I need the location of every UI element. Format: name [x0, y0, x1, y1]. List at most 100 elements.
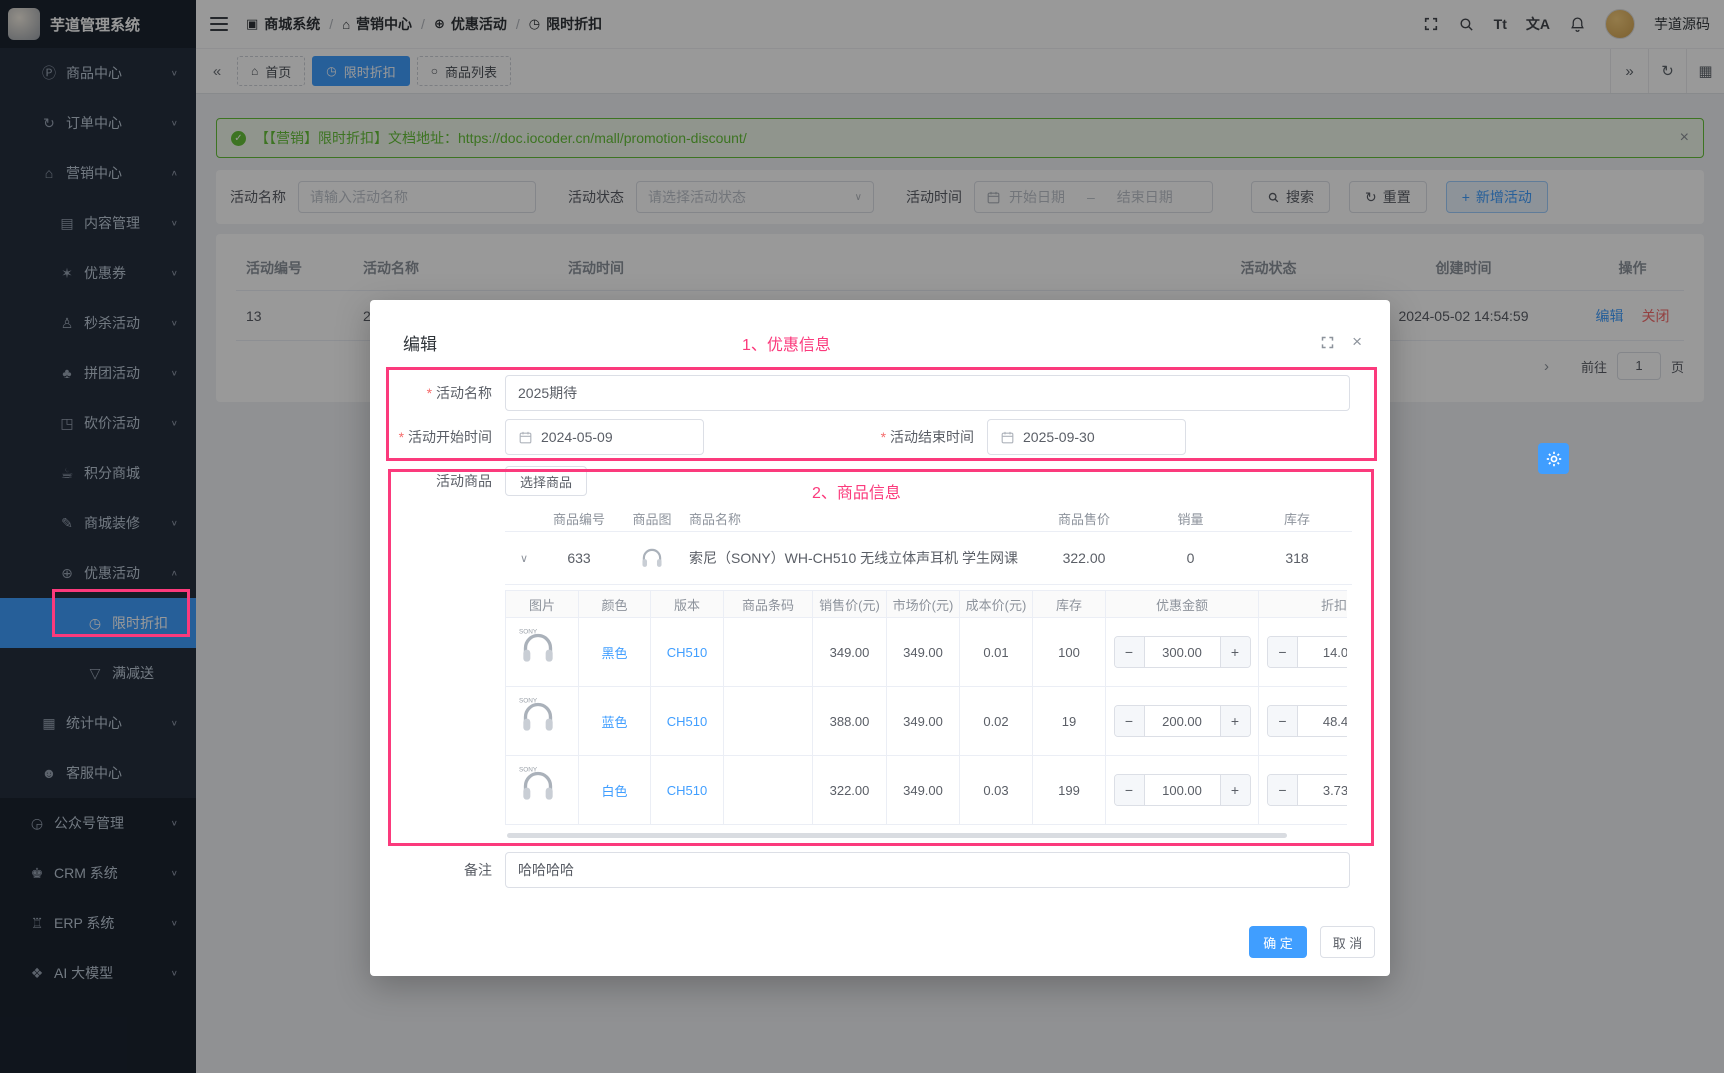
product-table: 商品编号商品图商品名称商品售价销量库存 ∨ 633 索尼（SONY）WH-CH5… [505, 505, 1352, 585]
end-time-field[interactable]: 2025-09-30 [987, 419, 1186, 455]
cell-sku-barcode [724, 687, 813, 755]
end-time-field-label: 活动结束时间 [852, 419, 974, 455]
product-table-header: 商品编号商品图商品名称商品售价销量库存 [505, 505, 1352, 531]
cell-sku-version: CH510 [651, 756, 724, 824]
sku-color-link[interactable]: 黑色 [601, 643, 627, 662]
cell-sku-market-price: 349.00 [887, 687, 960, 755]
column-header: 销量 [1139, 509, 1242, 528]
cell-discount-amount: − 100.00 + [1106, 756, 1259, 824]
horizontal-scrollbar-thumb[interactable] [507, 833, 1287, 838]
start-time-field[interactable]: 2024-05-09 [505, 419, 704, 455]
sku-version-link[interactable]: CH510 [667, 645, 707, 660]
cancel-button[interactable]: 取 消 [1320, 926, 1375, 958]
decrease-button[interactable]: − [1115, 637, 1145, 667]
remark-field-label: 备注 [390, 852, 492, 888]
brand-label: SONY [519, 766, 537, 773]
discount-amount-value[interactable]: 100.00 [1145, 775, 1220, 805]
cell-product-id: 633 [543, 550, 615, 566]
brand-label: SONY [519, 697, 537, 704]
decrease-button[interactable]: − [1115, 775, 1145, 805]
column-header: 库存 [1242, 509, 1352, 528]
column-header: 折扣百分比 [1259, 591, 1347, 617]
dialog-fullscreen-icon[interactable] [1320, 335, 1335, 350]
cell-sku-price: 388.00 [813, 687, 887, 755]
cell-sku-price: 349.00 [813, 618, 887, 686]
sku-color-link[interactable]: 蓝色 [601, 712, 627, 731]
cell-sku-cost-price: 0.02 [960, 687, 1033, 755]
column-header: 销售价(元) [813, 591, 887, 617]
sku-table: 图片颜色版本商品条码销售价(元)市场价(元)成本价(元)库存优惠金额折扣百分比 … [505, 590, 1347, 825]
cell-sku-stock: 199 [1033, 756, 1106, 824]
calendar-icon [518, 430, 533, 445]
cell-sku-stock: 100 [1033, 618, 1106, 686]
decrease-button[interactable]: − [1268, 775, 1298, 805]
cell-discount-percent: − 3.73 + [1259, 756, 1347, 824]
cell-discount-percent: − 14.0 + [1259, 618, 1347, 686]
decrease-button[interactable]: − [1268, 706, 1298, 736]
dialog-title: 编辑 [403, 330, 437, 355]
column-header: 库存 [1033, 591, 1106, 617]
column-header: 颜色 [579, 591, 651, 617]
sku-version-link[interactable]: CH510 [667, 783, 707, 798]
cell-sku-price: 322.00 [813, 756, 887, 824]
discount-percent-stepper: − 3.73 + [1267, 774, 1347, 806]
column-header: 版本 [651, 591, 724, 617]
gear-icon [1545, 450, 1563, 468]
activity-name-field[interactable]: 2025期待 [505, 375, 1350, 411]
sku-row: SONY 黑色 CH510 349.00 349.00 0.01 100 − 3… [506, 618, 1347, 687]
cell-sku-barcode [724, 618, 813, 686]
cell-sku-cost-price: 0.03 [960, 756, 1033, 824]
decrease-button[interactable]: − [1115, 706, 1145, 736]
discount-percent-value[interactable]: 48.4 [1298, 706, 1347, 736]
sku-row: SONY 白色 CH510 322.00 349.00 0.03 199 − 1… [506, 756, 1347, 825]
cell-sku-image: SONY [506, 687, 579, 755]
annotation-label-discount-info: 1、优惠信息 [742, 331, 831, 355]
cell-product-sales: 0 [1139, 550, 1242, 566]
dialog-close-icon[interactable]: × [1352, 332, 1362, 352]
product-table-row: ∨ 633 索尼（SONY）WH-CH510 无线立体声耳机 学生网课 322.… [505, 531, 1352, 585]
cell-sku-color: 白色 [579, 756, 651, 824]
discount-percent-value[interactable]: 14.0 [1298, 637, 1347, 667]
cell-sku-barcode [724, 756, 813, 824]
increase-button[interactable]: + [1220, 706, 1250, 736]
select-product-button[interactable]: 选择商品 [505, 466, 587, 496]
cell-product-name: 索尼（SONY）WH-CH510 无线立体声耳机 学生网课 [689, 548, 1029, 568]
column-header: 优惠金额 [1106, 591, 1259, 617]
sku-row: SONY 蓝色 CH510 388.00 349.00 0.02 19 − 20… [506, 687, 1347, 756]
edit-dialog: 编辑 × 活动名称 2025期待 活动开始时间 2024-05-09 活动结束时… [370, 300, 1390, 976]
discount-amount-value[interactable]: 200.00 [1145, 706, 1220, 736]
cell-discount-percent: − 48.4 + [1259, 687, 1347, 755]
expand-row-icon[interactable]: ∨ [505, 552, 543, 565]
discount-percent-value[interactable]: 3.73 [1298, 775, 1347, 805]
activity-name-field-label: 活动名称 [390, 375, 492, 411]
decrease-button[interactable]: − [1268, 637, 1298, 667]
sku-version-link[interactable]: CH510 [667, 714, 707, 729]
sku-color-link[interactable]: 白色 [601, 781, 627, 800]
confirm-button[interactable]: 确 定 [1249, 926, 1307, 958]
sku-table-scroll-area: 图片颜色版本商品条码销售价(元)市场价(元)成本价(元)库存优惠金额折扣百分比 … [505, 590, 1347, 830]
sku-table-body: SONY 黑色 CH510 349.00 349.00 0.01 100 − 3… [506, 618, 1347, 825]
discount-amount-stepper: − 300.00 + [1114, 636, 1251, 668]
cell-sku-cost-price: 0.01 [960, 618, 1033, 686]
settings-gear-button[interactable] [1538, 443, 1569, 474]
cell-discount-amount: − 200.00 + [1106, 687, 1259, 755]
column-header: 成本价(元) [960, 591, 1033, 617]
cell-sku-market-price: 349.00 [887, 618, 960, 686]
discount-percent-stepper: − 14.0 + [1267, 636, 1347, 668]
discount-amount-value[interactable]: 300.00 [1145, 637, 1220, 667]
brand-label: SONY [519, 628, 537, 635]
annotation-label-product-info: 2、商品信息 [812, 479, 901, 503]
cell-sku-market-price: 349.00 [887, 756, 960, 824]
discount-amount-stepper: − 200.00 + [1114, 705, 1251, 737]
column-header: 商品图 [615, 509, 689, 528]
activity-product-label: 活动商品 [390, 466, 492, 496]
headphones-image [639, 545, 665, 571]
remark-field[interactable]: 哈哈哈哈 [505, 852, 1350, 888]
cell-discount-amount: − 300.00 + [1106, 618, 1259, 686]
increase-button[interactable]: + [1220, 775, 1250, 805]
cell-sku-image: SONY [506, 756, 579, 824]
cell-product-image [615, 545, 689, 571]
increase-button[interactable]: + [1220, 637, 1250, 667]
sku-table-header: 图片颜色版本商品条码销售价(元)市场价(元)成本价(元)库存优惠金额折扣百分比 [506, 590, 1347, 618]
start-time-field-label: 活动开始时间 [370, 419, 492, 455]
